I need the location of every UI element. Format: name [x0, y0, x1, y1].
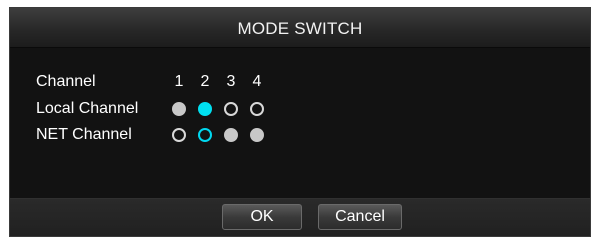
local-channel-label: Local Channel: [36, 100, 139, 117]
net-channel-label: NET Channel: [36, 126, 132, 143]
local-channel-2-radio[interactable]: [198, 102, 212, 116]
local-channel-3-radio[interactable]: [224, 102, 238, 116]
title-bar: MODE SWITCH: [10, 8, 590, 48]
local-channel-1-radio[interactable]: [172, 102, 186, 116]
channel-number-3: 3: [226, 73, 236, 90]
channel-number-4: 4: [252, 73, 262, 90]
ok-button[interactable]: OK: [222, 204, 302, 230]
local-channel-4-radio[interactable]: [250, 102, 264, 116]
channel-header-row: Channel 1 2 3 4: [10, 71, 590, 93]
net-channel-1-radio[interactable]: [172, 128, 186, 142]
net-channel-row: NET Channel: [10, 124, 590, 146]
dialog-title: MODE SWITCH: [237, 19, 363, 38]
channel-header-label: Channel: [36, 73, 96, 90]
net-channel-2-radio[interactable]: [198, 128, 212, 142]
net-channel-4-radio[interactable]: [250, 128, 264, 142]
cancel-button[interactable]: Cancel: [318, 204, 402, 230]
mode-switch-dialog: MODE SWITCH Channel 1 2 3 4 Local Channe…: [9, 7, 591, 237]
channel-number-1: 1: [174, 73, 184, 90]
channel-number-2: 2: [200, 73, 210, 90]
local-channel-row: Local Channel: [10, 98, 590, 120]
net-channel-3-radio[interactable]: [224, 128, 238, 142]
dialog-body: Channel 1 2 3 4 Local Channel NET Channe…: [10, 48, 590, 198]
